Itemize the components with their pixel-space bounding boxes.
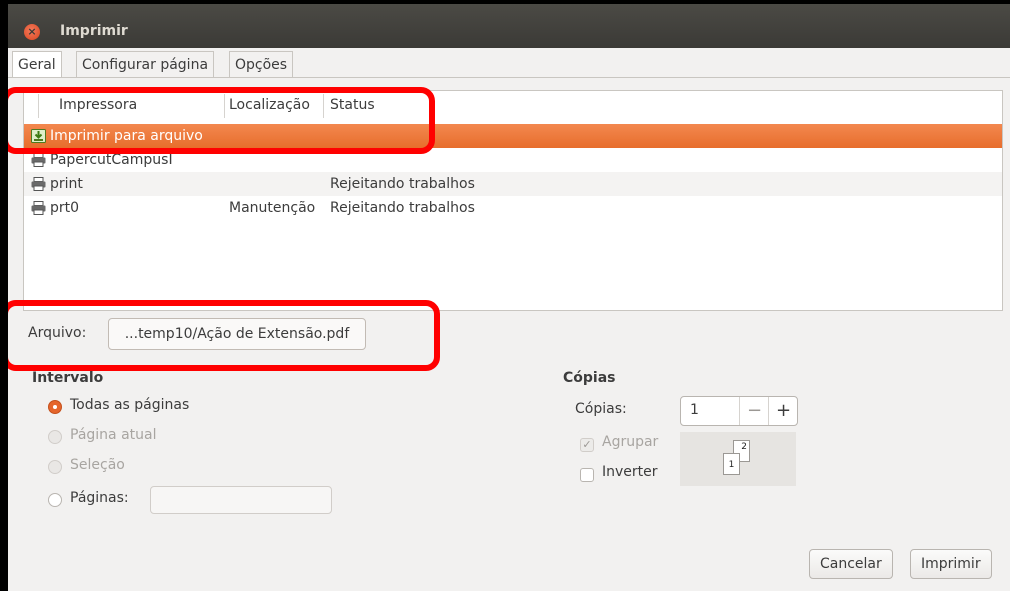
printer-location: Manutenção — [229, 200, 316, 216]
increment-button[interactable]: + — [768, 397, 798, 425]
printer-name: Imprimir para arquivo — [50, 128, 203, 144]
pages-input[interactable] — [150, 486, 332, 514]
preview-page-1: 1 — [723, 453, 740, 475]
pages-label: Páginas: — [70, 490, 129, 506]
radio-selection[interactable] — [48, 460, 62, 474]
printer-row-print[interactable]: print Rejeitando trabalhos — [24, 172, 1002, 196]
column-divider — [224, 94, 225, 118]
collate-preview: 2 1 — [680, 432, 796, 486]
printer-status: Rejeitando trabalhos — [330, 200, 475, 216]
tab-configurar-pagina[interactable]: Configurar página — [76, 51, 215, 78]
printer-icon — [31, 153, 46, 167]
column-header-printer[interactable]: Impressora — [59, 97, 137, 113]
tab-geral[interactable]: Geral — [12, 51, 62, 78]
column-header-location[interactable]: Localização — [229, 97, 310, 113]
current-page-label: Página atual — [70, 427, 157, 443]
copies-label: Cópias: — [575, 401, 627, 417]
tab-bar: Geral Configurar página Opções — [8, 51, 1010, 78]
reverse-label: Inverter — [602, 464, 658, 480]
tab-divider — [8, 77, 1010, 78]
printer-name: PapercutCampusI — [50, 152, 173, 168]
copies-value[interactable]: 1 — [690, 402, 699, 418]
file-label: Arquivo: — [28, 325, 87, 341]
list-header: Impressora Localização Status — [24, 91, 1002, 121]
window-title: Imprimir — [60, 23, 128, 39]
printer-name: prt0 — [50, 200, 80, 216]
column-divider — [323, 94, 324, 118]
printer-status: Rejeitando trabalhos — [330, 176, 475, 192]
copies-spinner[interactable]: 1 − + — [680, 396, 798, 426]
radio-current-page[interactable] — [48, 430, 62, 444]
save-to-file-icon — [31, 129, 46, 143]
close-icon[interactable]: × — [24, 24, 40, 40]
printer-icon — [31, 201, 46, 215]
range-section-title: Intervalo — [32, 370, 104, 386]
all-pages-label: Todas as páginas — [70, 397, 190, 413]
radio-pages[interactable] — [48, 493, 62, 507]
column-divider — [38, 94, 39, 118]
print-dialog: × Imprimir Geral Configurar página Opçõe… — [8, 4, 1010, 591]
printer-row-papercut[interactable]: PapercutCampusI — [24, 148, 1002, 172]
decrement-button[interactable]: − — [739, 397, 769, 425]
file-chooser-button[interactable]: ...temp10/Ação de Extensão.pdf — [108, 318, 366, 350]
printer-row-file[interactable]: Imprimir para arquivo — [24, 124, 1002, 148]
title-bar: × Imprimir — [8, 4, 1010, 48]
printer-list[interactable]: Impressora Localização Status Imprimir p… — [23, 90, 1003, 311]
column-header-status[interactable]: Status — [330, 97, 375, 113]
print-button[interactable]: Imprimir — [910, 549, 992, 579]
selection-label: Seleção — [70, 457, 125, 473]
reverse-checkbox[interactable] — [580, 468, 594, 482]
collate-checkbox[interactable]: ✓ — [580, 438, 594, 452]
printer-row-prt0[interactable]: prt0 Manutenção Rejeitando trabalhos — [24, 196, 1002, 220]
copies-section-title: Cópias — [563, 370, 616, 386]
radio-all-pages[interactable] — [48, 400, 62, 414]
tab-opcoes[interactable]: Opções — [229, 51, 294, 78]
printer-icon — [31, 177, 46, 191]
printer-name: print — [50, 176, 83, 192]
cancel-button[interactable]: Cancelar — [809, 549, 893, 579]
collate-label: Agrupar — [602, 434, 659, 450]
